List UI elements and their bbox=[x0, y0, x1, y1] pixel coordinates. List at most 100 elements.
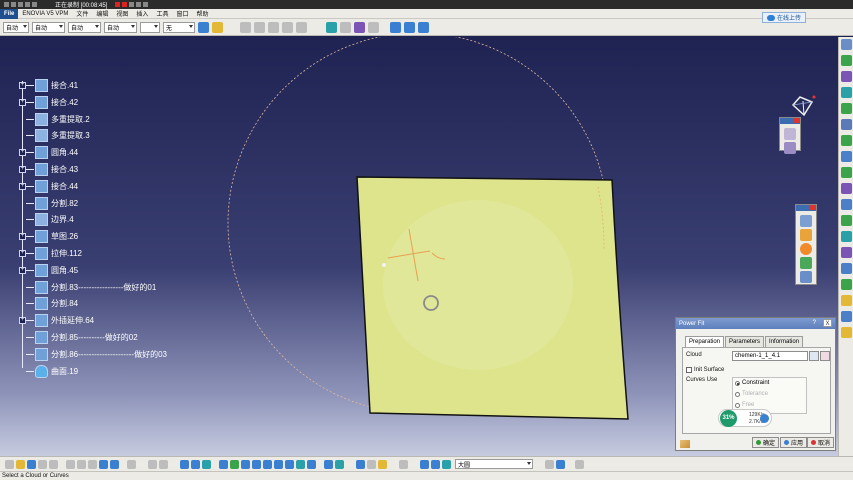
tree-item[interactable]: + 圆角.45 bbox=[12, 263, 78, 278]
tree-item-label[interactable]: 分割.82 bbox=[51, 198, 78, 209]
pen-icon[interactable] bbox=[136, 2, 142, 7]
record-icon[interactable] bbox=[122, 2, 128, 7]
painter-icon[interactable] bbox=[198, 21, 209, 33]
constraint-radio[interactable] bbox=[735, 381, 740, 386]
help-icon[interactable]: ? bbox=[813, 320, 816, 326]
tree-item-label[interactable]: 圆角.45 bbox=[51, 265, 78, 276]
split-icon[interactable] bbox=[35, 331, 48, 344]
cut-icon[interactable] bbox=[66, 459, 75, 469]
online-upload-button[interactable]: 在线上传 bbox=[761, 12, 806, 23]
layer-icon[interactable] bbox=[367, 459, 376, 469]
init-surface-checkbox[interactable] bbox=[686, 367, 692, 373]
fit-all-icon[interactable] bbox=[230, 459, 239, 469]
tree-icon[interactable] bbox=[191, 459, 200, 469]
tree-item[interactable]: + 草图.26 bbox=[12, 229, 78, 244]
tree-item-label[interactable]: 分割.84 bbox=[51, 298, 78, 309]
linetype-combo[interactable]: 自动 bbox=[68, 21, 101, 33]
tool-icon[interactable] bbox=[840, 215, 852, 226]
box-icon[interactable] bbox=[399, 459, 408, 469]
split-icon[interactable] bbox=[35, 297, 48, 311]
tool-icon[interactable] bbox=[840, 247, 852, 258]
tree-item[interactable]: 分割.82 bbox=[12, 196, 78, 211]
tool-icon[interactable] bbox=[840, 71, 852, 82]
tool-icon[interactable] bbox=[840, 39, 852, 50]
tool-icon[interactable] bbox=[840, 231, 852, 242]
tree-item-label[interactable]: 拉伸.112 bbox=[51, 248, 82, 259]
section-icon[interactable] bbox=[442, 459, 451, 469]
catalog-icon[interactable] bbox=[326, 21, 337, 33]
fillet-icon[interactable] bbox=[35, 263, 48, 277]
standard-combo[interactable]: 大圆 bbox=[455, 459, 533, 469]
tool-icon[interactable] bbox=[840, 167, 852, 178]
compass-tool-icon[interactable] bbox=[418, 21, 429, 33]
copy-icon[interactable] bbox=[77, 459, 86, 469]
select-icon[interactable] bbox=[556, 459, 565, 469]
tool-icon[interactable] bbox=[840, 103, 852, 114]
tree-item[interactable]: + 接合.44 bbox=[12, 179, 78, 194]
close-icon[interactable] bbox=[794, 118, 799, 123]
surface-tool-icon[interactable] bbox=[800, 257, 812, 269]
tool-icon[interactable] bbox=[840, 119, 852, 130]
menu-tools[interactable]: 工具 bbox=[152, 9, 172, 18]
iso-view-icon[interactable] bbox=[296, 459, 305, 469]
tree-item-label[interactable]: 草图.26 bbox=[51, 231, 78, 242]
tree-item[interactable]: 多重提取.2 bbox=[12, 112, 90, 127]
render-icon[interactable] bbox=[356, 459, 365, 469]
cancel-button[interactable]: 取消 bbox=[807, 437, 835, 448]
expand-icon[interactable]: + bbox=[19, 98, 26, 106]
menu-enovia[interactable]: ENOVIA V5 VPM bbox=[18, 11, 72, 17]
close-icon[interactable] bbox=[810, 205, 815, 210]
save-all-icon[interactable] bbox=[38, 459, 47, 469]
sphere-tool-icon[interactable] bbox=[800, 243, 812, 255]
close-icon[interactable]: X bbox=[823, 319, 832, 327]
search-icon[interactable] bbox=[575, 459, 584, 469]
sketch-icon[interactable] bbox=[35, 230, 48, 244]
window-icon[interactable] bbox=[25, 2, 30, 7]
tolerance-radio[interactable] bbox=[735, 392, 740, 397]
save-icon[interactable] bbox=[27, 459, 36, 469]
tree-item-label[interactable]: 接合.43 bbox=[51, 164, 78, 175]
square-icon[interactable] bbox=[32, 2, 37, 7]
tool-icon[interactable] bbox=[840, 279, 852, 290]
format-painter-icon[interactable] bbox=[212, 21, 223, 33]
shape-tool-icon[interactable] bbox=[800, 215, 812, 227]
shading-icon[interactable] bbox=[307, 459, 316, 469]
zoom-in-icon[interactable] bbox=[263, 459, 272, 469]
color-tool-icon[interactable] bbox=[800, 229, 812, 241]
menu-help[interactable]: 帮助 bbox=[192, 9, 212, 18]
tree-item[interactable]: + 拉伸.112 bbox=[12, 246, 82, 261]
color-combo[interactable]: 自动 bbox=[3, 21, 29, 33]
tree-item-label[interactable]: 接合.44 bbox=[51, 181, 78, 192]
cloud-surface-icon[interactable] bbox=[35, 364, 48, 378]
normal-view-icon[interactable] bbox=[285, 459, 294, 469]
swap-icon[interactable] bbox=[202, 459, 211, 469]
tree-item[interactable]: 分割.84 bbox=[12, 296, 78, 311]
zoom-out-icon[interactable] bbox=[274, 459, 283, 469]
tree-item-label[interactable]: 多重提取.2 bbox=[51, 114, 90, 125]
expand-icon[interactable]: + bbox=[19, 233, 26, 241]
tool-icon[interactable] bbox=[840, 183, 852, 194]
tool-icon[interactable] bbox=[840, 151, 852, 162]
expand-icon[interactable]: + bbox=[19, 82, 26, 89]
comment-icon[interactable] bbox=[159, 459, 168, 469]
expand-icon[interactable]: + bbox=[19, 182, 26, 190]
gear-icon[interactable] bbox=[800, 271, 812, 283]
hide-show-icon[interactable] bbox=[324, 459, 333, 469]
tree-item-label[interactable]: 多重提取.3 bbox=[51, 130, 90, 141]
new-icon[interactable] bbox=[5, 459, 14, 469]
arrow-icon[interactable] bbox=[545, 459, 554, 469]
menu-edit[interactable]: 编辑 bbox=[92, 9, 112, 18]
tree-item[interactable]: + 圆角.44 bbox=[12, 145, 78, 160]
menu-window[interactable]: 窗口 bbox=[172, 9, 192, 18]
free-radio[interactable] bbox=[735, 403, 740, 408]
stop-icon[interactable] bbox=[115, 2, 121, 7]
light-icon[interactable] bbox=[378, 459, 387, 469]
plane-icon[interactable] bbox=[390, 21, 401, 33]
fillet-icon[interactable] bbox=[35, 146, 48, 160]
multi-extract-icon[interactable] bbox=[35, 112, 48, 126]
open-icon[interactable] bbox=[16, 459, 25, 469]
axis-icon[interactable] bbox=[404, 21, 415, 33]
tree-item-label[interactable]: 接合.41 bbox=[51, 80, 78, 91]
brush-icon[interactable] bbox=[143, 2, 149, 7]
pan-icon[interactable] bbox=[241, 459, 250, 469]
